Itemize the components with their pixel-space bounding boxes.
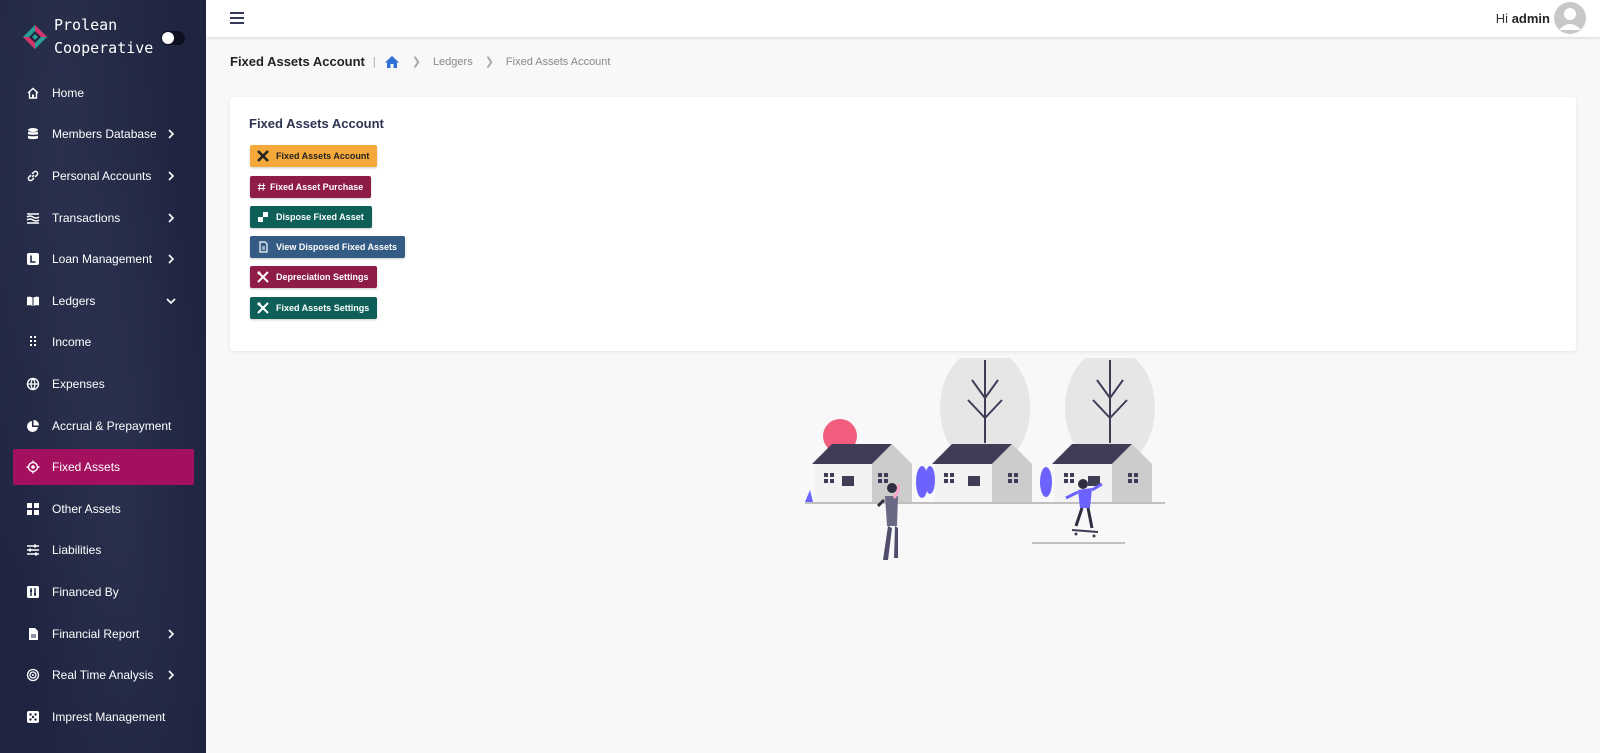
transactions-icon bbox=[26, 211, 40, 225]
avatar[interactable] bbox=[1554, 2, 1586, 34]
sidebar-item-financed-by[interactable]: Financed By bbox=[0, 571, 206, 613]
sidebar-item-label: Fixed Assets bbox=[52, 460, 121, 475]
sidebar-item-label: Loan Management bbox=[52, 252, 153, 267]
sidebar-nav: Home Members Database Personal Accounts … bbox=[0, 72, 206, 738]
hash-icon bbox=[257, 181, 266, 193]
sidebar-item-label: Income bbox=[52, 335, 92, 350]
theme-toggle[interactable] bbox=[161, 31, 185, 45]
database-icon bbox=[26, 127, 40, 141]
book-icon bbox=[26, 294, 40, 308]
card-title: Fixed Assets Account bbox=[249, 116, 384, 131]
button-label: View Disposed Fixed Assets bbox=[276, 242, 398, 252]
dice-icon bbox=[26, 710, 40, 724]
wrench-screwdriver-icon bbox=[257, 302, 269, 314]
button-label: Depreciation Settings bbox=[276, 272, 369, 282]
chevron-right-icon bbox=[168, 670, 175, 680]
pie-icon bbox=[26, 419, 40, 433]
link-icon bbox=[26, 169, 40, 183]
sidebar-item-imprest-management[interactable]: Imprest Management bbox=[0, 696, 206, 738]
sidebar-item-financial-report[interactable]: Financial Report bbox=[0, 613, 206, 655]
blocks-icon bbox=[257, 211, 269, 223]
grid-dots-icon bbox=[26, 335, 40, 349]
loan-icon bbox=[26, 252, 40, 266]
button-label: Dispose Fixed Asset bbox=[276, 212, 364, 222]
brand-line-1: Prolean bbox=[54, 16, 118, 34]
sidebar-item-label: Transactions bbox=[52, 210, 121, 225]
chevron-right-icon: ❯ bbox=[411, 56, 421, 68]
sidebar-item-transactions[interactable]: Transactions bbox=[0, 197, 206, 239]
chevron-right-icon bbox=[168, 171, 175, 181]
brand-line-2: Cooperative bbox=[54, 39, 154, 57]
sidebar-item-home[interactable]: Home bbox=[0, 72, 206, 114]
toggle-knob bbox=[162, 32, 174, 44]
home-icon bbox=[26, 86, 40, 100]
sliders-icon bbox=[26, 543, 40, 557]
sidebar-item-label: Members Database bbox=[52, 127, 157, 142]
depreciation-settings-button[interactable]: Depreciation Settings bbox=[250, 266, 377, 288]
sidebar-item-label: Liabilities bbox=[52, 543, 102, 558]
brand[interactable]: Prolean Cooperative bbox=[22, 14, 153, 60]
breadcrumb-current: Fixed Assets Account bbox=[505, 55, 611, 68]
grid-icon bbox=[26, 502, 40, 516]
sidebar-item-label: Real Time Analysis bbox=[52, 668, 154, 683]
button-label: Fixed Asset Purchase bbox=[270, 182, 364, 192]
sidebar-item-label: Imprest Management bbox=[52, 709, 166, 724]
sidebar-item-expenses[interactable]: Expenses bbox=[0, 363, 206, 405]
view-disposed-fixed-assets-button[interactable]: View Disposed Fixed Assets bbox=[250, 236, 406, 258]
sidebar-item-label: Financed By bbox=[52, 584, 119, 599]
chevron-right-icon bbox=[168, 213, 175, 223]
menu-icon[interactable] bbox=[230, 12, 244, 24]
dispose-fixed-asset-button[interactable]: Dispose Fixed Asset bbox=[250, 206, 372, 228]
breadcrumb-link-ledgers[interactable]: Ledgers bbox=[433, 56, 473, 68]
sidebar-item-label: Other Assets bbox=[52, 501, 121, 516]
fixed-assets-account-button[interactable]: Fixed Assets Account bbox=[250, 145, 378, 167]
sidebar-item-accrual-prepayment[interactable]: Accrual & Prepayment bbox=[0, 405, 206, 447]
target-icon bbox=[26, 460, 40, 474]
sidebar-item-label: Home bbox=[52, 85, 85, 100]
page-title: Fixed Assets Account bbox=[230, 54, 365, 69]
breadcrumb-divider: | bbox=[372, 55, 376, 68]
user-icon bbox=[1559, 8, 1581, 30]
equalizer-icon bbox=[26, 585, 40, 599]
sidebar: Prolean Cooperative Home Members Databas… bbox=[0, 0, 206, 753]
logo-icon bbox=[23, 25, 47, 49]
houses-illustration bbox=[805, 358, 1165, 560]
chevron-right-icon: ❯ bbox=[484, 56, 494, 68]
home-icon[interactable] bbox=[384, 55, 400, 69]
button-label: Fixed Assets Account bbox=[276, 151, 370, 161]
sidebar-item-members-database[interactable]: Members Database bbox=[0, 114, 206, 156]
sidebar-item-label: Accrual & Prepayment bbox=[52, 418, 172, 433]
topbar: Hi admin bbox=[206, 0, 1600, 37]
sidebar-item-label: Personal Accounts bbox=[52, 168, 152, 183]
sidebar-item-other-assets[interactable]: Other Assets bbox=[0, 488, 206, 530]
sidebar-item-ledgers[interactable]: Ledgers bbox=[0, 280, 206, 322]
breadcrumb: Fixed Assets Account | ❯ Ledgers ❯ Fixed… bbox=[230, 54, 610, 69]
fixed-assets-settings-button[interactable]: Fixed Assets Settings bbox=[250, 297, 378, 319]
tools-cross-icon bbox=[257, 150, 269, 162]
sidebar-item-label: Expenses bbox=[52, 376, 105, 391]
sidebar-item-real-time-analysis[interactable]: Real Time Analysis bbox=[0, 654, 206, 696]
sidebar-item-label: Ledgers bbox=[52, 293, 96, 308]
sidebar-item-personal-accounts[interactable]: Personal Accounts bbox=[0, 155, 206, 197]
greeting-text: Hi bbox=[1495, 11, 1509, 26]
fixed-assets-card: Fixed Assets Account Fixed Assets Accoun… bbox=[230, 97, 1576, 351]
fixed-asset-purchase-button[interactable]: Fixed Asset Purchase bbox=[250, 176, 372, 198]
chevron-down-icon bbox=[166, 298, 176, 304]
sidebar-item-liabilities[interactable]: Liabilities bbox=[0, 530, 206, 572]
button-label: Fixed Assets Settings bbox=[276, 303, 370, 313]
user-name: admin bbox=[1511, 11, 1550, 26]
sidebar-item-label: Financial Report bbox=[52, 626, 140, 641]
globe-icon bbox=[26, 377, 40, 391]
chevron-right-icon bbox=[168, 129, 175, 139]
wrench-screwdriver-icon bbox=[257, 271, 269, 283]
radar-icon bbox=[26, 668, 40, 682]
sidebar-item-fixed-assets[interactable]: Fixed Assets bbox=[0, 446, 206, 488]
document-icon bbox=[257, 241, 269, 253]
report-icon bbox=[26, 627, 40, 641]
chevron-right-icon bbox=[168, 254, 175, 264]
chevron-right-icon bbox=[168, 628, 175, 639]
user-greeting: Hi admin bbox=[1496, 11, 1550, 26]
sidebar-item-income[interactable]: Income bbox=[0, 322, 206, 364]
sidebar-item-loan-management[interactable]: Loan Management bbox=[0, 238, 206, 280]
